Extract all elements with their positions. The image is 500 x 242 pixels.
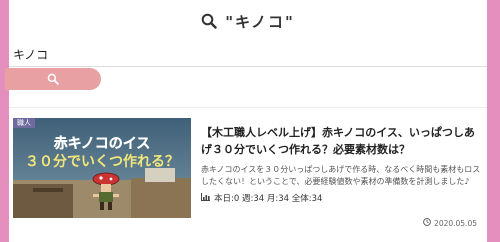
search-icon: [47, 70, 59, 89]
post-date: 2020.05.05: [423, 218, 477, 228]
post-date-text: 2020.05.05: [434, 218, 477, 228]
thumb-caption-line1: 赤キノコのイス: [54, 136, 151, 152]
thumb-caption-line2: ３０分でいくつ作れる？: [25, 153, 179, 170]
post-thumbnail[interactable]: 赤キノコのイス ３０分でいくつ作れる？: [13, 118, 191, 218]
view-counts: 本日:0 週:34 月:34 全体:34: [214, 194, 323, 204]
search-form: [9, 42, 487, 67]
category-badge[interactable]: 職人: [13, 118, 35, 128]
search-result-header: "キノコ": [9, 0, 487, 43]
search-icon: [201, 13, 217, 29]
search-button[interactable]: [5, 68, 101, 90]
search-input[interactable]: [9, 42, 487, 66]
post-excerpt: 赤キノコのイスを３０分いっぱつしあげで作る時、なるべく時間も素材もロスしたくない…: [201, 165, 481, 186]
bar-chart-icon: [201, 192, 210, 204]
clock-icon: [423, 218, 431, 228]
post-view-stats: 本日:0 週:34 月:34 全体:34: [201, 192, 483, 204]
search-result-title: "キノコ": [225, 12, 295, 31]
page-content: "キノコ" キノコ 赤キノコのイス ３０分でいくつ作れる？ 職人 【木工職人レベ…: [5, 0, 487, 242]
post-title[interactable]: 【木工職人レベル上げ】赤キノコのイス、いっぱつしあげ３０分でいくつ作れる？必要素…: [201, 124, 483, 158]
divider: [9, 107, 487, 108]
